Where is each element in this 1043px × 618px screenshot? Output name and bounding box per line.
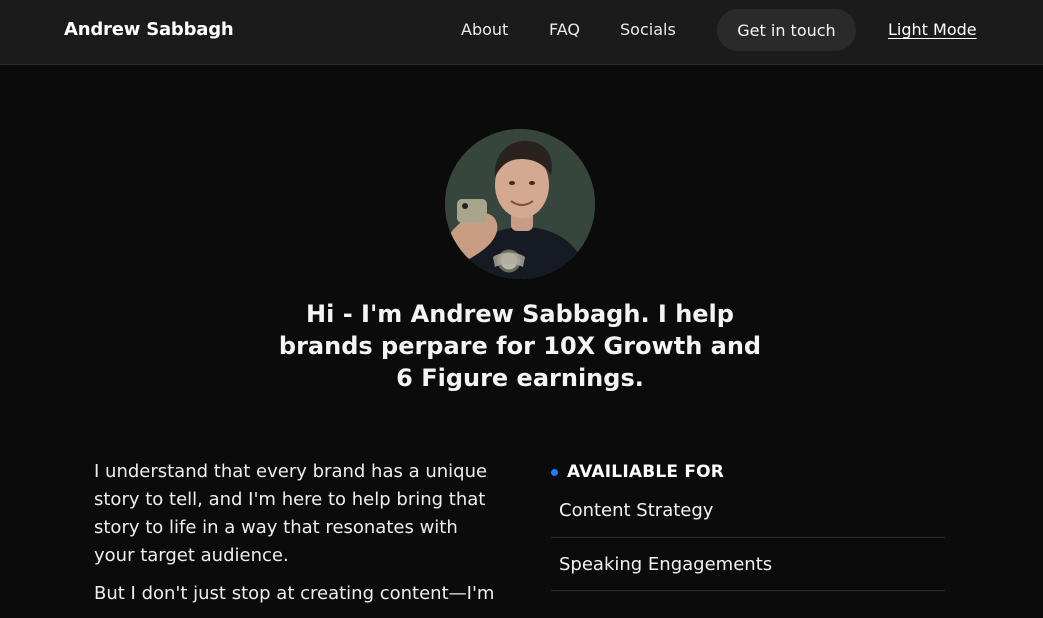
- top-navbar: Andrew Sabbagh About FAQ Socials Get in …: [0, 0, 1043, 65]
- nav-link-socials[interactable]: Socials: [620, 20, 676, 39]
- profile-avatar: [445, 129, 595, 279]
- light-mode-toggle[interactable]: Light Mode: [888, 20, 977, 39]
- avatar-portrait-image: [445, 129, 595, 279]
- nav-link-about[interactable]: About: [461, 20, 508, 39]
- status-dot-icon: [551, 468, 558, 476]
- available-item-content-strategy: Content Strategy: [551, 496, 945, 538]
- intro-text: I understand that every brand has a uniq…: [94, 458, 499, 618]
- available-for-heading: AVAILIABLE FOR: [551, 458, 945, 486]
- brand-name[interactable]: Andrew Sabbagh: [64, 19, 234, 40]
- intro-paragraph-1: I understand that every brand has a uniq…: [94, 461, 488, 566]
- available-for-section: AVAILIABLE FOR Content Strategy Speaking…: [551, 458, 945, 591]
- available-for-title: AVAILIABLE FOR: [567, 462, 725, 482]
- available-item-speaking-engagements: Speaking Engagements: [551, 538, 945, 591]
- get-in-touch-button[interactable]: Get in touch: [717, 9, 856, 51]
- available-for-list: Content Strategy Speaking Engagements: [551, 496, 945, 591]
- hero-headline: Hi - I'm Andrew Sabbagh. I help brands p…: [278, 300, 762, 392]
- intro-paragraph-2: But I don't just stop at creating conten…: [94, 583, 495, 604]
- nav-link-faq[interactable]: FAQ: [549, 20, 580, 39]
